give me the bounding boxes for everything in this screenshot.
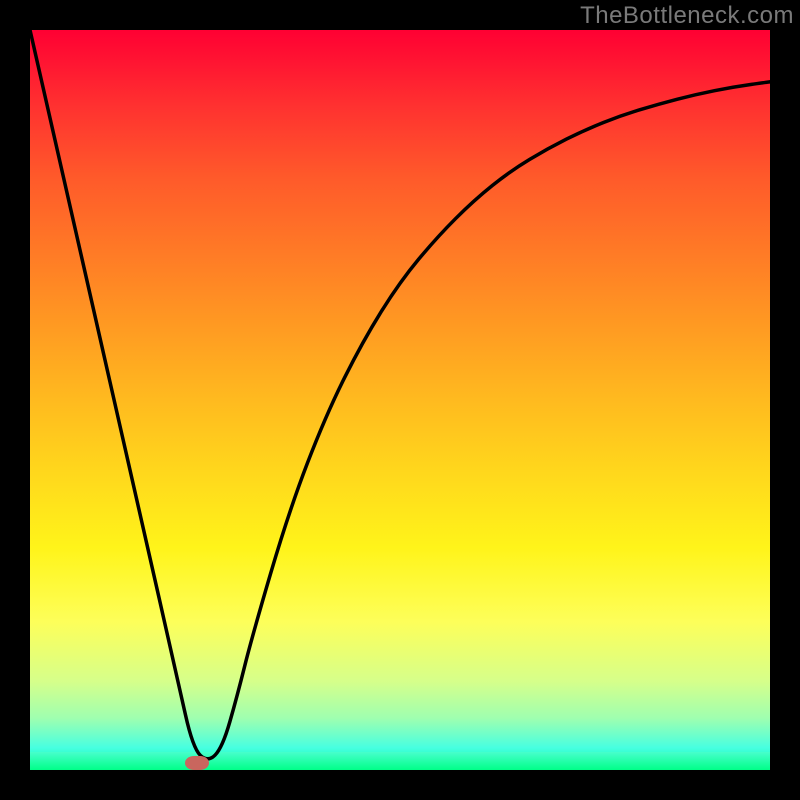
plot-area: [30, 30, 770, 770]
chart-frame: TheBottleneck.com: [0, 0, 800, 800]
watermark-text: TheBottleneck.com: [580, 2, 794, 30]
bottleneck-curve: [30, 30, 770, 770]
optimal-point-marker: [185, 756, 209, 770]
